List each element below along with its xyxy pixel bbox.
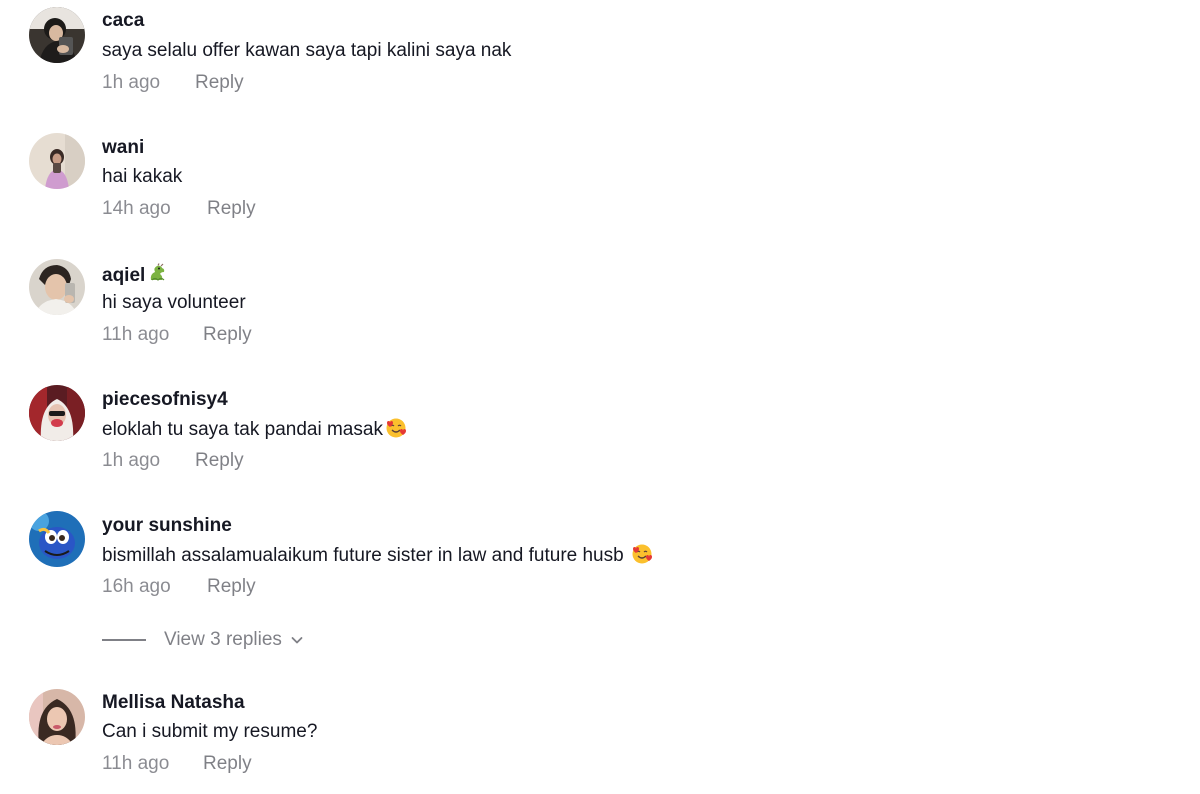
avatar-photo-icon xyxy=(29,385,85,441)
comment-text-content: bismillah assalamualaikum future sister … xyxy=(102,545,624,566)
avatar[interactable] xyxy=(29,511,85,567)
avatar-photo-icon xyxy=(29,511,85,567)
reply-button[interactable]: Reply xyxy=(203,323,252,347)
reply-button[interactable]: Reply xyxy=(207,575,256,599)
comment-text: hi saya volunteer xyxy=(102,292,246,313)
avatar-photo-icon xyxy=(29,259,85,315)
chevron-down-icon xyxy=(291,637,303,644)
comment-text: hai kakak xyxy=(102,166,183,187)
comment-text: Can i submit my resume? xyxy=(102,721,318,742)
comment-username[interactable]: your sunshine xyxy=(102,514,232,538)
avatar[interactable] xyxy=(29,689,85,745)
comment-username[interactable]: aqiel xyxy=(102,262,169,291)
reply-button[interactable]: Reply xyxy=(195,449,244,473)
avatar[interactable] xyxy=(29,259,85,315)
username-text: your sunshine xyxy=(102,515,232,536)
comment-text: bismillah assalamualaikum future sister … xyxy=(102,543,653,572)
comment-username[interactable]: piecesofnisy4 xyxy=(102,388,228,412)
comment-text-content: eloklah tu saya tak pandai masak xyxy=(102,419,383,440)
comment-username[interactable]: Mellisa Natasha xyxy=(102,691,245,715)
comment-username[interactable]: wani xyxy=(102,136,144,160)
comment-text: eloklah tu saya tak pandai masak xyxy=(102,417,407,446)
divider-line xyxy=(102,639,146,641)
comment-item: Mellisa Natasha Can i submit my resume? … xyxy=(0,0,1200,774)
comment-timestamp: 11h ago xyxy=(102,753,170,774)
smiling-face-with-hearts-emoji-icon xyxy=(385,417,407,446)
comment-timestamp: 1h ago xyxy=(102,450,161,471)
username-text: Mellisa Natasha xyxy=(102,692,245,713)
comment-timestamp: 16h ago xyxy=(102,576,171,597)
comment-timestamp: 14h ago xyxy=(102,198,171,219)
smiling-face-with-hearts-emoji-icon xyxy=(631,543,653,572)
view-replies-label: View 3 replies xyxy=(164,629,282,650)
dragon-emoji-icon xyxy=(147,262,169,291)
view-replies-button[interactable]: View 3 replies xyxy=(102,628,304,652)
reply-button[interactable]: Reply xyxy=(203,752,252,776)
username-text: wani xyxy=(102,137,145,158)
username-text: piecesofnisy4 xyxy=(102,389,228,410)
avatar-photo-icon xyxy=(29,133,85,189)
avatar[interactable] xyxy=(29,133,85,189)
username-text: aqiel xyxy=(102,265,146,286)
avatar-photo-icon xyxy=(29,689,85,745)
comment-timestamp: 11h ago xyxy=(102,324,170,345)
reply-button[interactable]: Reply xyxy=(207,197,256,221)
avatar[interactable] xyxy=(29,385,85,441)
